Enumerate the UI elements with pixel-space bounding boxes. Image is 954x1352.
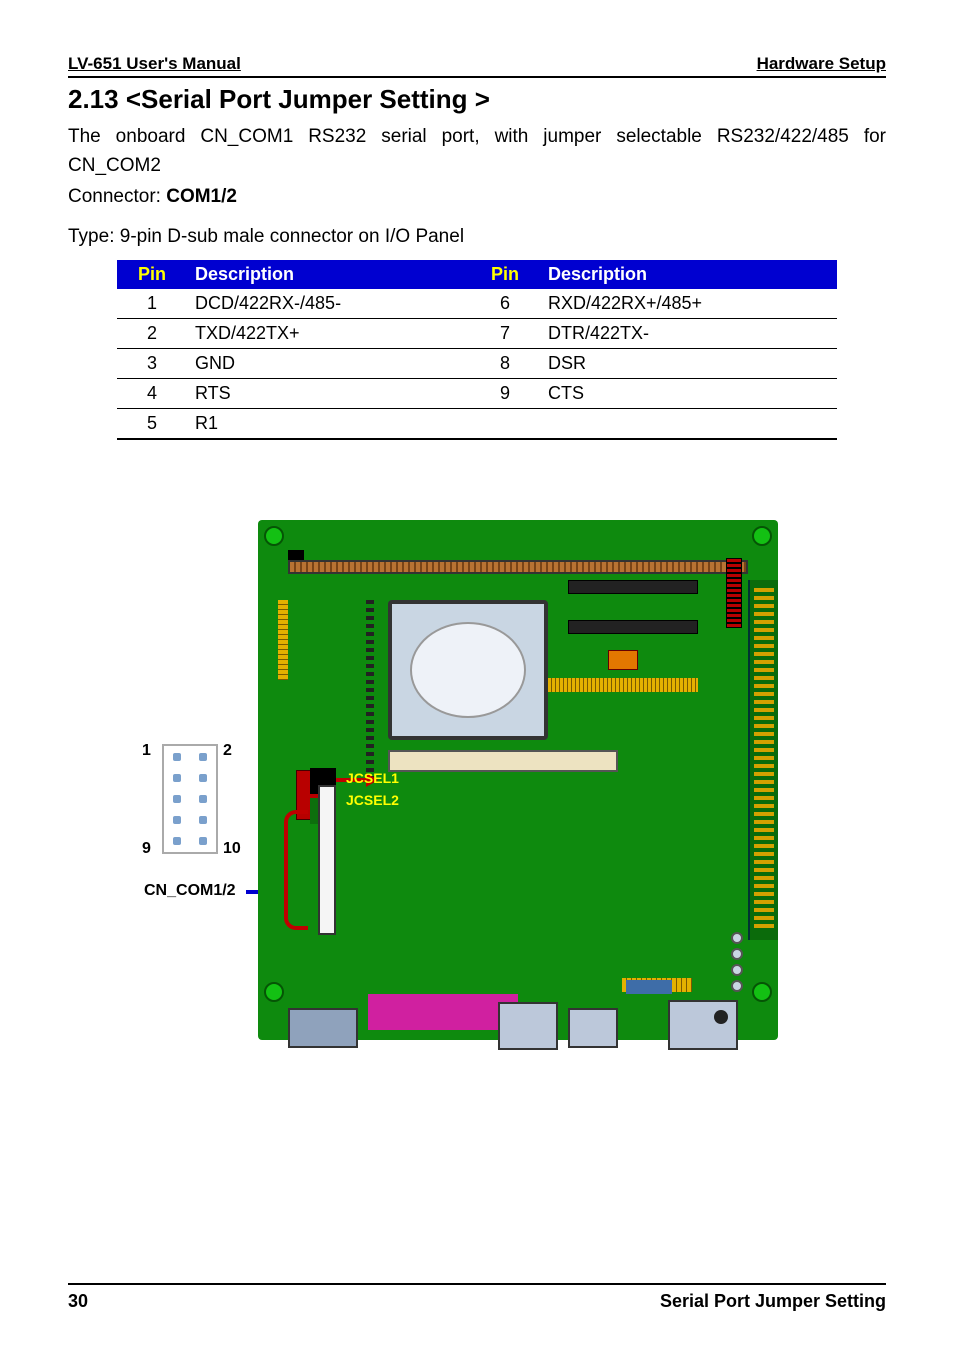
- footer-title: Serial Port Jumper Setting: [660, 1291, 886, 1312]
- page-header: LV-651 User's Manual Hardware Setup: [68, 54, 886, 78]
- cell-desc: DCD/422RX-/485-: [187, 289, 470, 319]
- th-desc-1: Description: [187, 260, 470, 289]
- th-pin-2: Pin: [470, 260, 540, 289]
- board-diagram: 1 2 9 10 CN_COM1/2: [68, 520, 886, 1080]
- th-pin-1: Pin: [117, 260, 187, 289]
- cell-desc: RXD/422RX+/485+: [540, 289, 837, 319]
- header-right: Hardware Setup: [757, 54, 886, 74]
- table-row: 1 DCD/422RX-/485- 6 RXD/422RX+/485+: [117, 289, 837, 319]
- cn-com-header-icon: [318, 785, 336, 935]
- cell-pin: 7: [470, 319, 540, 349]
- cpu-core-icon: [410, 622, 526, 718]
- ic-chip-icon: [568, 620, 698, 634]
- cn-com-label: CN_COM1/2: [144, 882, 236, 900]
- pin-label-9: 9: [142, 840, 151, 858]
- red-bracket-icon: [284, 810, 308, 930]
- header-left: LV-651 User's Manual: [68, 54, 241, 74]
- pinout-table: Pin Description Pin Description 1 DCD/42…: [117, 260, 837, 440]
- connector-line: Connector: COM1/2: [68, 186, 886, 208]
- cell-pin: 5: [117, 409, 187, 440]
- cpu-icon: [388, 600, 548, 740]
- jcsel2-label: JCSEL2: [346, 792, 399, 808]
- page-footer: 30 Serial Port Jumper Setting: [68, 1283, 886, 1312]
- ic-chip-icon: [608, 650, 638, 670]
- pcb: JCSEL1 JCSEL2: [258, 520, 778, 1040]
- cell-desc: TXD/422TX+: [187, 319, 470, 349]
- section-title: 2.13 <Serial Port Jumper Setting >: [68, 84, 886, 115]
- table-row: 3 GND 8 DSR: [117, 349, 837, 379]
- pin-label-1: 1: [142, 742, 151, 760]
- pin-strip-icon: [366, 600, 374, 780]
- cell-pin: 2: [117, 319, 187, 349]
- mounting-hole-icon: [264, 526, 284, 546]
- cell-pin: [470, 409, 540, 440]
- table-row: 5 R1: [117, 409, 837, 440]
- mounting-hole-icon: [752, 526, 772, 546]
- pin-header-icon: [726, 558, 742, 628]
- cell-desc: [540, 409, 837, 440]
- pin-label-10: 10: [223, 840, 241, 858]
- mounting-hole-icon: [264, 982, 284, 1002]
- jcsel1-label: JCSEL1: [346, 770, 399, 786]
- cell-pin: 1: [117, 289, 187, 319]
- page: LV-651 User's Manual Hardware Setup 2.13…: [0, 0, 954, 1352]
- io-port-icon: [568, 1008, 618, 1048]
- io-port-icon: [498, 1002, 558, 1050]
- table-header-row: Pin Description Pin Description: [117, 260, 837, 289]
- table-row: 2 TXD/422TX+ 7 DTR/422TX-: [117, 319, 837, 349]
- table-row: 4 RTS 9 CTS: [117, 379, 837, 409]
- pin-strip-icon: [278, 600, 288, 680]
- connector-prefix: Connector:: [68, 186, 166, 207]
- intro-paragraph: The onboard CN_COM1 RS232 serial port, w…: [68, 123, 886, 180]
- cell-pin: 6: [470, 289, 540, 319]
- pin-label-2: 2: [223, 742, 232, 760]
- cell-pin: 3: [117, 349, 187, 379]
- io-port-icon: [288, 1008, 358, 1048]
- cell-desc: CTS: [540, 379, 837, 409]
- expansion-slot-icon: [288, 560, 748, 574]
- jack-icon: [714, 1010, 728, 1024]
- connector-name: COM1/2: [166, 186, 237, 207]
- io-port-icon: [668, 1000, 738, 1050]
- io-port-icon: [368, 994, 518, 1030]
- edge-connector-icon: [748, 580, 778, 940]
- page-number: 30: [68, 1291, 88, 1312]
- cell-pin: 8: [470, 349, 540, 379]
- cell-desc: RTS: [187, 379, 470, 409]
- cell-desc: DSR: [540, 349, 837, 379]
- cell-desc: DTR/422TX-: [540, 319, 837, 349]
- mounting-hole-icon: [752, 982, 772, 1002]
- cell-pin: 4: [117, 379, 187, 409]
- io-panel: [288, 968, 748, 1040]
- ic-chip-icon: [568, 580, 698, 594]
- gold-finger-icon: [548, 678, 698, 692]
- cell-pin: 9: [470, 379, 540, 409]
- callout-pin-header: [162, 744, 218, 854]
- th-desc-2: Description: [540, 260, 837, 289]
- cell-desc: R1: [187, 409, 470, 440]
- type-line: Type: 9-pin D-sub male connector on I/O …: [68, 226, 886, 248]
- cell-desc: GND: [187, 349, 470, 379]
- ram-slot-icon: [388, 750, 618, 772]
